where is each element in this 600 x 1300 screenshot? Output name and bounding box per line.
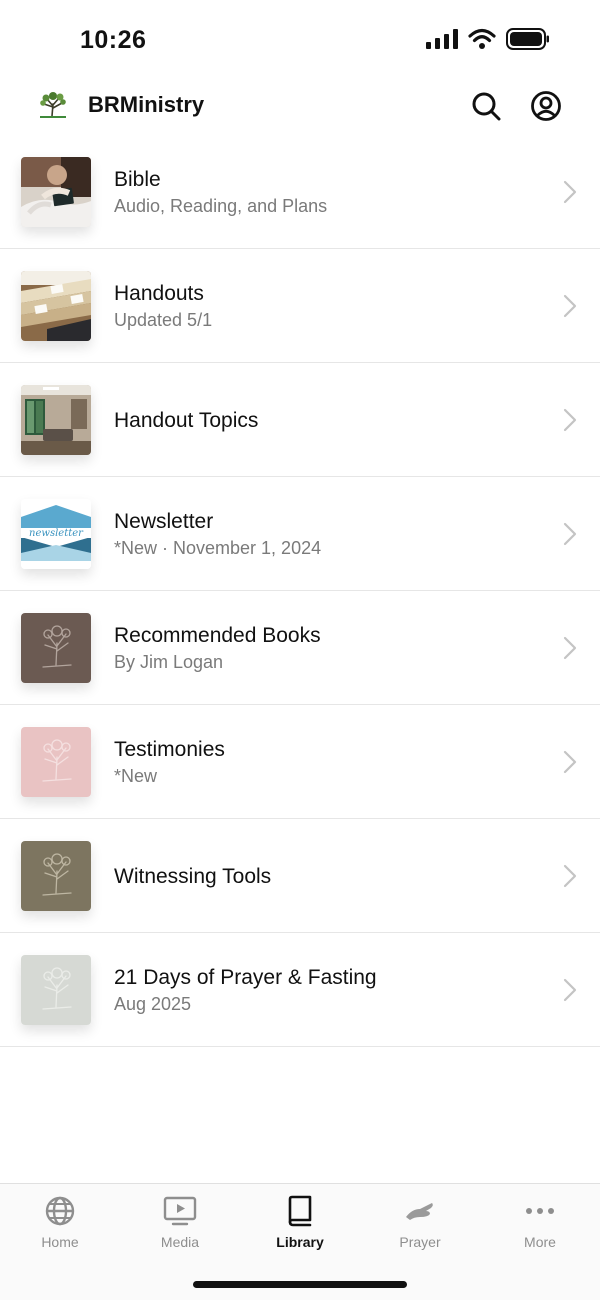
library-item-handouts[interactable]: Handouts Updated 5/1 bbox=[0, 249, 600, 363]
tab-label: Prayer bbox=[399, 1234, 441, 1250]
item-subtitle: Aug 2025 bbox=[114, 993, 192, 1014]
handout-topics-thumbnail bbox=[21, 385, 91, 455]
item-title: 21 Days of Prayer & Fasting bbox=[114, 965, 377, 989]
item-title: Bible bbox=[114, 167, 161, 191]
tree-logo-thumbnail bbox=[21, 613, 91, 683]
item-title: Recommended Books bbox=[114, 623, 321, 647]
item-title: Witnessing Tools bbox=[114, 864, 272, 888]
item-subtitle: *New · November 1, 2024 bbox=[114, 537, 322, 558]
item-subtitle: Updated 5/1 bbox=[114, 309, 213, 330]
tab-home[interactable]: Home bbox=[0, 1194, 120, 1264]
home-indicator bbox=[193, 1281, 407, 1288]
item-title: Testimonies bbox=[114, 737, 225, 761]
newsletter-thumbnail: newsletter bbox=[21, 499, 91, 569]
book-icon bbox=[288, 1195, 312, 1227]
tab-label: Media bbox=[160, 1234, 200, 1250]
cellular-signal-icon bbox=[426, 29, 458, 49]
item-subtitle: By Jim Logan bbox=[114, 651, 224, 672]
chevron-right-icon bbox=[563, 180, 577, 204]
library-list: Bible Audio, Reading, and Plans Handouts bbox=[0, 135, 600, 1047]
tab-media[interactable]: Media bbox=[120, 1194, 240, 1264]
chevron-right-icon bbox=[563, 408, 577, 432]
status-icons bbox=[426, 28, 550, 50]
tab-more[interactable]: More bbox=[480, 1194, 600, 1264]
item-subtitle: *New bbox=[114, 765, 158, 786]
item-subtitle: Audio, Reading, and Plans bbox=[114, 195, 328, 216]
search-button[interactable] bbox=[470, 90, 502, 122]
account-button[interactable] bbox=[530, 90, 562, 122]
battery-icon bbox=[506, 28, 549, 50]
app-title: BRMinistry bbox=[88, 92, 205, 117]
library-item-handout-topics[interactable]: Handout Topics bbox=[0, 363, 600, 477]
tab-label: Home bbox=[41, 1234, 79, 1250]
chevron-right-icon bbox=[563, 750, 577, 774]
play-screen-icon bbox=[163, 1196, 197, 1226]
globe-icon bbox=[45, 1196, 75, 1226]
tree-logo-thumbnail bbox=[21, 727, 91, 797]
bottom-tab-bar: Home Media Library Prayer More bbox=[0, 1183, 600, 1300]
library-item-witnessing-tools[interactable]: Witnessing Tools bbox=[0, 819, 600, 933]
account-icon bbox=[531, 91, 561, 121]
praying-hands-icon bbox=[406, 1203, 433, 1220]
more-dots-icon bbox=[526, 1208, 554, 1214]
chevron-right-icon bbox=[563, 864, 577, 888]
tab-prayer[interactable]: Prayer bbox=[360, 1194, 480, 1264]
chevron-right-icon bbox=[563, 522, 577, 546]
library-item-recommended-books[interactable]: Recommended Books By Jim Logan bbox=[0, 591, 600, 705]
bible-thumbnail bbox=[21, 157, 91, 227]
library-item-newsletter[interactable]: newsletter Newsletter *New · November 1,… bbox=[0, 477, 600, 591]
tree-logo-thumbnail bbox=[21, 955, 91, 1025]
tab-library[interactable]: Library bbox=[240, 1194, 360, 1264]
chevron-right-icon bbox=[563, 294, 577, 318]
chevron-right-icon bbox=[563, 636, 577, 660]
tab-label: Library bbox=[276, 1234, 324, 1250]
library-item-bible[interactable]: Bible Audio, Reading, and Plans bbox=[0, 135, 600, 249]
newsletter-thumb-text: newsletter bbox=[29, 528, 84, 539]
tree-logo-thumbnail bbox=[21, 841, 91, 911]
tree-logo-icon bbox=[36, 90, 70, 120]
item-title: Handouts bbox=[114, 281, 204, 305]
library-item-testimonies[interactable]: Testimonies *New bbox=[0, 705, 600, 819]
status-bar: 10:26 bbox=[0, 0, 600, 80]
library-item-21-days-prayer-fasting[interactable]: 21 Days of Prayer & Fasting Aug 2025 bbox=[0, 933, 600, 1047]
item-title: Handout Topics bbox=[114, 408, 259, 432]
status-time: 10:26 bbox=[80, 26, 147, 54]
wifi-icon bbox=[468, 28, 496, 49]
search-icon bbox=[472, 92, 501, 121]
app-header: BRMinistry bbox=[0, 78, 600, 134]
chevron-right-icon bbox=[563, 978, 577, 1002]
tab-label: More bbox=[524, 1234, 556, 1250]
handouts-thumbnail bbox=[21, 271, 91, 341]
item-title: Newsletter bbox=[114, 509, 214, 533]
